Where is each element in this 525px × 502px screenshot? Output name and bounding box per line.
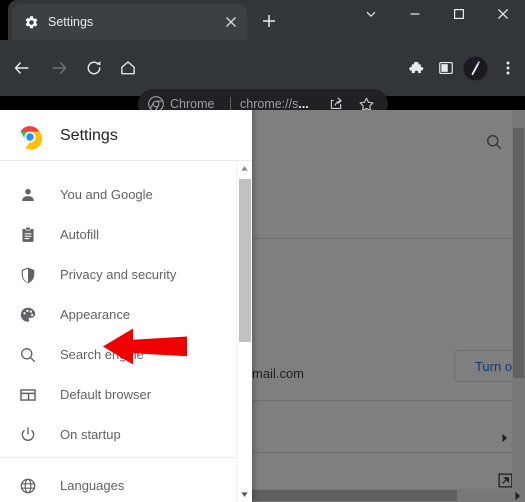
sidebar-item-on-startup[interactable]: On startup	[0, 415, 236, 455]
account-email: mail.com	[252, 366, 305, 381]
sidebar-item-autofill[interactable]: Autofill	[0, 215, 236, 255]
chevron-right-icon[interactable]	[500, 430, 510, 443]
sidebar-item-languages[interactable]: Languages	[0, 466, 236, 502]
tab-close-icon[interactable]	[223, 14, 239, 30]
page-viewport: mail.com Turn off Settings You and Googl…	[0, 110, 525, 502]
drawer-title: Settings	[60, 127, 118, 144]
omnibox-url-suffix: ...	[298, 97, 309, 111]
sidebar-item-default-browser[interactable]: Default browser	[0, 375, 236, 415]
chrome-logo-icon	[17, 124, 43, 150]
section-divider	[252, 452, 525, 453]
sidebar-item-search-engine[interactable]: Search engine	[0, 335, 236, 375]
clipboard-icon	[18, 225, 38, 245]
sidebar-item-label: Autofill	[60, 227, 100, 242]
sidebar-item-you-and-google[interactable]: You and Google	[0, 175, 236, 215]
avatar-icon[interactable]	[459, 52, 491, 84]
content-vertical-scrollbar[interactable]	[512, 110, 525, 502]
minimize-icon[interactable]	[393, 0, 437, 28]
search-icon	[18, 345, 38, 365]
sidebar-item-appearance[interactable]: Appearance	[0, 295, 236, 335]
settings-drawer: Settings You and Google Autofill Privacy…	[0, 110, 252, 502]
drawer-scroll-thumb[interactable]	[239, 179, 251, 342]
tab-strip: Settings	[0, 0, 525, 40]
browser-window: Settings Chrome chrome://s... mail.com T…	[0, 0, 525, 502]
omnibox-url-text: chrome://s	[240, 97, 299, 111]
content-vertical-scroll-thumb[interactable]	[513, 128, 524, 378]
forward-arrow-icon	[43, 52, 75, 84]
shield-icon	[18, 265, 38, 285]
sidebar-item-label: Languages	[60, 478, 125, 493]
search-icon[interactable]	[485, 133, 503, 151]
browser-window-icon	[18, 385, 38, 405]
external-link-icon[interactable]	[498, 473, 513, 488]
sidebar-item-label: Appearance	[60, 307, 131, 322]
sidebar-item-label: On startup	[60, 427, 121, 442]
back-arrow-icon[interactable]	[6, 52, 38, 84]
power-icon	[18, 425, 38, 445]
browser-tab-settings[interactable]: Settings	[12, 4, 247, 40]
puzzle-icon[interactable]	[399, 52, 431, 84]
three-dot-menu-icon[interactable]	[492, 52, 524, 84]
close-icon[interactable]	[481, 0, 525, 28]
sidebar-item-label: You and Google	[60, 187, 153, 202]
sidebar-item-label: Search engine	[60, 347, 144, 362]
reload-icon[interactable]	[78, 52, 110, 84]
person-icon	[18, 185, 38, 205]
drawer-header: Settings	[0, 110, 252, 161]
content-horizontal-scroll-thumb[interactable]	[252, 490, 457, 501]
gear-icon	[23, 14, 39, 30]
section-divider	[252, 238, 525, 239]
window-controls	[349, 0, 525, 40]
content-horizontal-scrollbar[interactable]	[252, 489, 525, 502]
new-tab-button[interactable]	[256, 8, 282, 34]
scroll-up-arrow-icon[interactable]	[237, 161, 252, 176]
chevron-down-icon[interactable]	[349, 0, 393, 28]
maximize-icon[interactable]	[437, 0, 481, 28]
browser-toolbar: Chrome chrome://s...	[0, 40, 525, 119]
scroll-down-arrow-icon[interactable]	[237, 487, 252, 502]
tab-title: Settings	[48, 15, 94, 29]
settings-main-content: mail.com Turn off	[252, 110, 525, 502]
sidebar-item-label: Default browser	[60, 387, 152, 402]
sidebar-item-privacy-and-security[interactable]: Privacy and security	[0, 255, 236, 295]
home-icon[interactable]	[112, 52, 144, 84]
chevron-right-icon[interactable]	[513, 488, 523, 501]
settings-menu-list: You and Google Autofill Privacy and secu…	[0, 161, 252, 502]
globe-icon	[18, 476, 38, 496]
side-panel-icon[interactable]	[430, 52, 462, 84]
menu-divider	[0, 457, 236, 458]
section-divider	[252, 400, 525, 401]
omnibox-separator	[230, 97, 231, 111]
palette-icon	[18, 305, 38, 325]
sidebar-item-label: Privacy and security	[60, 267, 177, 282]
drawer-scrollbar[interactable]	[236, 161, 252, 502]
